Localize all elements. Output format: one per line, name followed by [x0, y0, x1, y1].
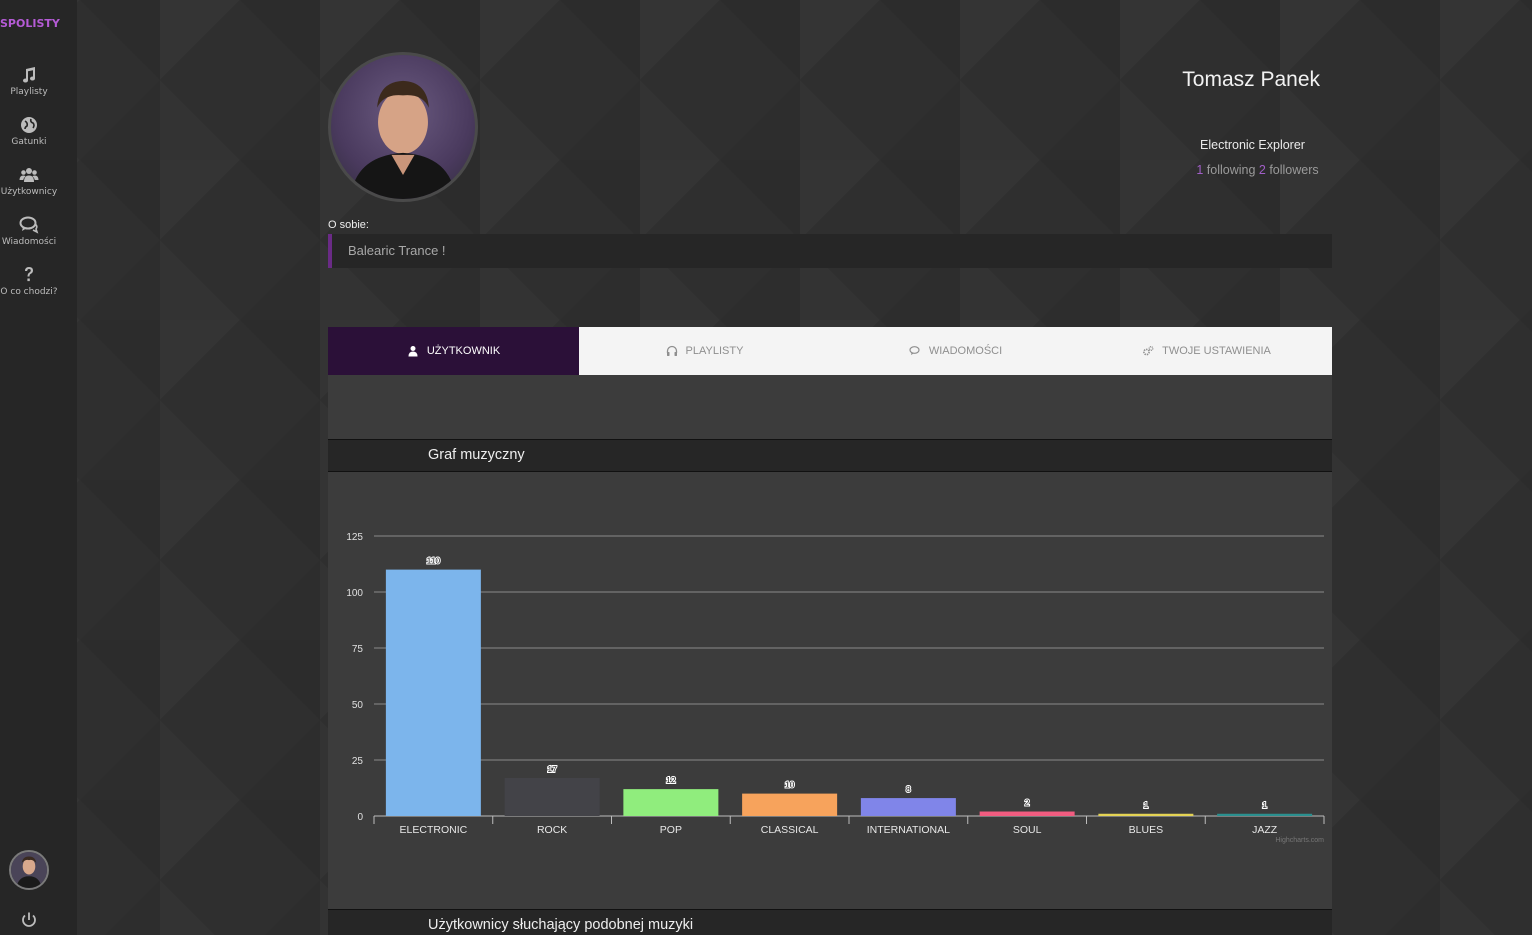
- y-tick-label: 100: [346, 588, 363, 599]
- tab-label: WIADOMOŚCI: [928, 345, 1003, 357]
- data-label: 8: [906, 784, 911, 794]
- sidebar-item-label: Gatunki: [11, 137, 47, 147]
- user-avatar[interactable]: [9, 850, 49, 890]
- chart-bar: [860, 798, 956, 816]
- music-genre-chart: 0 25 50 75 100 125 110 ELECTRONIC 17 ROCK 12 POP 10 C…: [328, 475, 1332, 855]
- sidebar-item-gatunki[interactable]: Gatunki: [0, 115, 58, 147]
- sidebar-item-label: O co chodzi?: [0, 287, 58, 297]
- profile-stats: 1 following 2 followers: [1150, 163, 1365, 177]
- chat-icon: [909, 346, 920, 355]
- brand-logo[interactable]: SPOLISTY: [0, 17, 60, 30]
- profile-avatar: [328, 52, 478, 202]
- tab-label: TWOJE USTAWIENIA: [1162, 345, 1271, 357]
- y-tick-label: 0: [357, 812, 363, 823]
- user-icon: [408, 346, 418, 357]
- x-tick-label: BLUES: [1129, 824, 1163, 836]
- chart-bar: [1098, 813, 1194, 816]
- x-tick-label: JAZZ: [1252, 824, 1278, 836]
- chart-bar: [979, 811, 1075, 816]
- x-tick-label: INTERNATIONAL: [867, 824, 950, 836]
- tab-twoje-ustawienia[interactable]: TWOJE USTAWIENIA: [1081, 327, 1332, 375]
- y-tick-label: 125: [346, 532, 363, 543]
- logout-power-icon[interactable]: [20, 911, 38, 929]
- tab-playlisty[interactable]: PLAYLISTY: [579, 327, 830, 375]
- profile-tabs: UŻYTKOWNIK PLAYLISTY WIADOMOŚCI TWOJE US…: [328, 327, 1332, 375]
- data-label: 10: [785, 780, 795, 790]
- chat-icon: [0, 215, 58, 235]
- data-label: 2: [1025, 798, 1030, 808]
- gears-icon: [1143, 346, 1154, 356]
- data-label: 110: [427, 556, 441, 566]
- x-tick-label: POP: [660, 824, 682, 836]
- tab-content-panel: Graf muzyczny 0 25 50 75 100 125 110 ELECTRONIC…: [328, 375, 1332, 935]
- data-label: 1: [1262, 800, 1267, 810]
- y-tick-label: 75: [352, 644, 364, 655]
- x-tick-label: ROCK: [537, 824, 567, 836]
- following-label[interactable]: following: [1203, 163, 1259, 177]
- sidebar-item-label: Wiadomości: [1, 237, 57, 247]
- globe-icon: [0, 115, 58, 135]
- tab-uzytkownik[interactable]: UŻYTKOWNIK: [328, 327, 579, 375]
- sidebar-item-wiadomosci[interactable]: Wiadomości: [0, 215, 58, 247]
- chart-bar: [742, 793, 838, 816]
- sidebar-item-label: Playlisty: [10, 87, 48, 97]
- data-label: 12: [666, 775, 676, 785]
- section-title-graph: Graf muzyczny: [328, 439, 1332, 472]
- about-label: O sobie:: [328, 219, 369, 231]
- data-label: 17: [547, 764, 557, 774]
- chart-bar: [385, 569, 481, 816]
- section-title-similar-users: Użytkownicy słuchający podobnej muzyki: [328, 909, 1332, 935]
- sidebar-item-uzytkownicy[interactable]: Użytkownicy: [0, 165, 58, 197]
- x-tick-label: ELECTRONIC: [400, 824, 468, 836]
- followers-label[interactable]: followers: [1266, 163, 1318, 177]
- sidebar: SPOLISTY Playlisty Gatunki Użytkownicy W…: [0, 0, 77, 935]
- data-label: 1: [1144, 800, 1149, 810]
- x-tick-label: CLASSICAL: [761, 824, 819, 836]
- chart-credits[interactable]: Highcharts.com: [1275, 837, 1324, 844]
- headphones-icon: [666, 345, 677, 356]
- about-text: Balearic Trance !: [328, 234, 1332, 268]
- users-icon: [0, 165, 58, 185]
- question-icon: [0, 265, 58, 285]
- y-tick-label: 25: [352, 756, 364, 767]
- chart-bar: [1217, 813, 1313, 816]
- tab-label: PLAYLISTY: [685, 345, 744, 357]
- sidebar-item-playlisty[interactable]: Playlisty: [0, 65, 58, 97]
- sidebar-item-o-co-chodzi[interactable]: O co chodzi?: [0, 265, 58, 297]
- tab-label: UŻYTKOWNIK: [426, 345, 501, 357]
- sidebar-item-label: Użytkownicy: [0, 187, 58, 197]
- followers-count[interactable]: 2: [1259, 163, 1266, 177]
- profile-rank: Electronic Explorer: [1200, 138, 1305, 152]
- chart-svg: 0255075100125110ELECTRONIC17ROCK12POP10C…: [346, 532, 1325, 836]
- chart-bar: [504, 777, 600, 816]
- profile-name: Tomasz Panek: [1182, 68, 1320, 91]
- tab-wiadomosci[interactable]: WIADOMOŚCI: [830, 327, 1081, 375]
- x-tick-label: SOUL: [1013, 824, 1042, 836]
- music-note-icon: [0, 65, 58, 85]
- y-tick-label: 50: [352, 700, 364, 711]
- chart-bar: [623, 789, 719, 816]
